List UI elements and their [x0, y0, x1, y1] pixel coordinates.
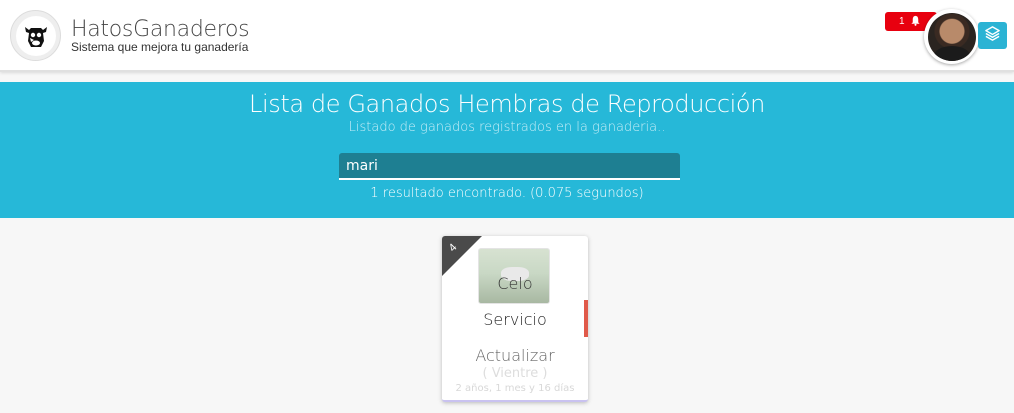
status-indicator-bar [584, 300, 588, 337]
cattle-card[interactable]: 4 Celo Servicio Actualizar ( Vientre ) 2… [442, 236, 588, 402]
notification-count: 1 [899, 16, 905, 27]
app-subtitle: Sistema que mejora tu ganadería [71, 40, 249, 54]
page-title: Lista de Ganados Hembras de Reproducción [249, 90, 765, 118]
top-header: HatosGanaderos Sistema que mejora tu gan… [0, 0, 1014, 72]
avatar-photo [927, 12, 976, 61]
status-label: Celo [497, 274, 533, 293]
layers-button[interactable] [978, 22, 1007, 49]
user-avatar[interactable] [924, 9, 979, 64]
search-input[interactable] [339, 153, 680, 180]
search-banner: Lista de Ganados Hembras de Reproducción… [0, 82, 1014, 218]
search-result-count: 1 resultado encontrado. (0.075 segundos) [370, 186, 644, 201]
age-label: 2 años, 1 mes y 16 días [455, 383, 575, 394]
cow-icon [15, 15, 56, 56]
vientre-label: ( Vientre ) [482, 366, 548, 381]
servicio-button[interactable]: Servicio [442, 310, 588, 329]
layers-icon [984, 25, 1001, 47]
app-title: HatosGanaderos [71, 17, 250, 42]
actualizar-link[interactable]: Actualizar [442, 346, 588, 365]
app-logo[interactable] [10, 10, 61, 61]
bell-icon [910, 15, 921, 29]
page-subtitle: Listado de ganados registrados en la gan… [348, 120, 666, 135]
